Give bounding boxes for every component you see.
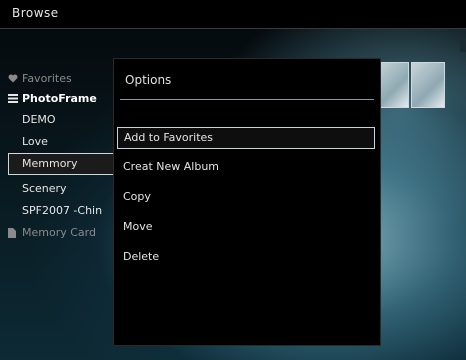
memory-card-icon (8, 228, 16, 238)
album-item-memmory[interactable]: Memmory (8, 153, 120, 175)
photoframe-screen: Browse Favorites PhotoFrame DEMO Love Me… (0, 0, 466, 360)
header-divider (0, 28, 466, 29)
menu-item-move[interactable]: Move (117, 217, 373, 237)
list-icon (8, 94, 18, 103)
heart-icon (8, 74, 18, 83)
options-title: Options (125, 73, 172, 87)
menu-item-copy[interactable]: Copy (117, 187, 373, 207)
page-title: Browse (12, 6, 59, 20)
header-bar: Browse (0, 0, 466, 28)
options-menu: Options Add to Favorites Creat New Album… (113, 58, 381, 346)
options-divider (120, 99, 374, 100)
menu-item-add-to-favorites[interactable]: Add to Favorites (117, 127, 375, 149)
thumbnail-strip (375, 62, 445, 116)
photo-thumbnail[interactable] (411, 62, 445, 108)
menu-item-creat-new-album[interactable]: Creat New Album (117, 157, 373, 177)
scroll-indicator (460, 40, 466, 52)
menu-item-delete[interactable]: Delete (117, 247, 373, 267)
